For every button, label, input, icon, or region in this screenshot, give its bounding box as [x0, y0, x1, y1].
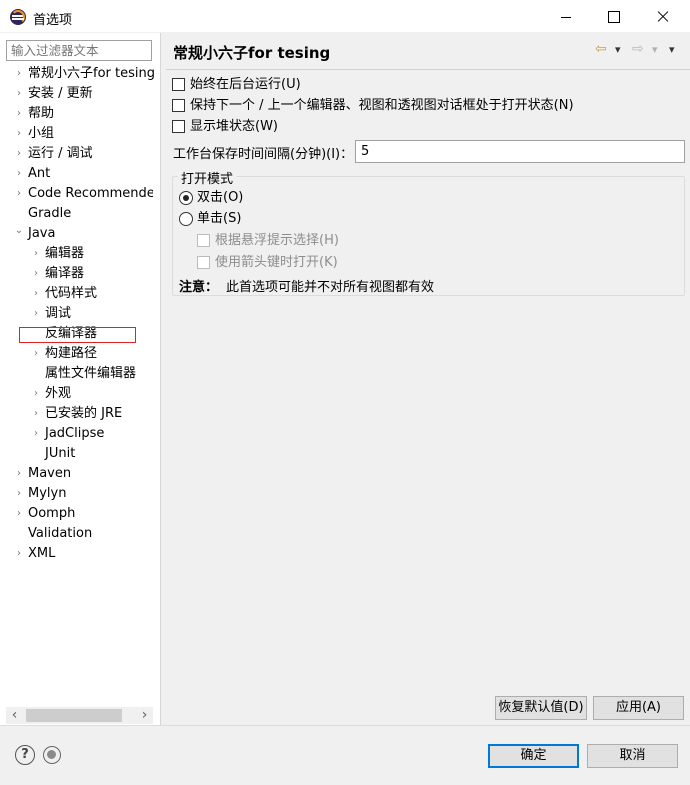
save-interval-input[interactable]: 5: [355, 140, 685, 163]
chevron-right-icon[interactable]: ›: [31, 344, 41, 364]
radio-button[interactable]: [179, 212, 193, 226]
tree-item-label: 安装 / 更新: [28, 86, 93, 101]
chevron-right-icon[interactable]: ›: [14, 164, 24, 184]
checkbox-label: 保持下一个 / 上一个编辑器、视图和透视图对话框处于打开状态(N): [190, 98, 574, 113]
open-mode-title: 打开模式: [178, 168, 237, 187]
tree-item-label: Java: [28, 226, 56, 241]
chevron-right-icon[interactable]: ›: [31, 244, 41, 264]
minimize-button[interactable]: [543, 0, 589, 33]
tree-item-label: 编辑器: [45, 246, 85, 261]
radio-label: 单击(S): [197, 211, 242, 226]
window-title: 首选项: [33, 13, 73, 28]
title-bar: 首选项: [0, 0, 690, 33]
chevron-right-icon[interactable]: ›: [31, 304, 41, 324]
radio-button[interactable]: [179, 191, 193, 205]
header-divider: [166, 69, 690, 70]
chevron-right-icon[interactable]: ›: [14, 544, 24, 564]
tree-item-label: JUnit: [45, 446, 76, 461]
checkbox: [197, 234, 210, 247]
tree-item-label: 小组: [28, 126, 55, 141]
checkbox-label: 根据悬浮提示选择(H): [215, 233, 339, 248]
tree-item-label: 运行 / 调试: [28, 146, 93, 161]
checkbox: [197, 256, 210, 269]
tree-item-label: 外观: [45, 386, 72, 401]
chevron-right-icon[interactable]: ›: [14, 64, 24, 84]
chevron-right-icon[interactable]: ›: [14, 504, 24, 524]
maximize-button[interactable]: [590, 0, 636, 33]
back-arrow-icon[interactable]: ⇦: [595, 41, 607, 57]
chevron-right-icon[interactable]: ›: [31, 404, 41, 424]
checkbox-label: 使用箭头键时打开(K): [215, 255, 338, 270]
save-interval-label: 工作台保存时间间隔(分钟)(I)：: [173, 147, 354, 162]
chevron-right-icon[interactable]: ›: [14, 124, 24, 144]
radio-label: 双击(O): [197, 190, 244, 205]
checkbox[interactable]: [172, 120, 185, 133]
chevron-right-icon[interactable]: ›: [14, 84, 24, 104]
tree-item-label: 常规小六子for tesing: [28, 66, 155, 81]
tree-item-label: 调试: [45, 306, 72, 321]
eclipse-icon: [10, 9, 26, 25]
chevron-right-icon[interactable]: ›: [31, 384, 41, 404]
tree-item-label: Maven: [28, 466, 72, 481]
chevron-right-icon[interactable]: ›: [14, 484, 24, 504]
tree-item-label: Validation: [28, 526, 93, 541]
selection-highlight: [19, 327, 136, 343]
tree-item-label: 构建路径: [45, 346, 98, 361]
chevron-right-icon[interactable]: ›: [14, 184, 24, 204]
cancel-button[interactable]: 取消: [587, 744, 678, 768]
filter-input[interactable]: [6, 40, 152, 61]
close-button[interactable]: [640, 0, 686, 33]
footer-divider: [0, 725, 690, 726]
tree-item-label: Code Recommenders: [28, 186, 153, 201]
tree-item-label: 编译器: [45, 266, 85, 281]
chevron-right-icon[interactable]: ›: [14, 144, 24, 164]
chevron-right-icon[interactable]: ›: [31, 424, 41, 444]
back-dropdown-icon[interactable]: ▾: [615, 43, 621, 56]
forward-arrow-icon[interactable]: ⇨: [632, 41, 644, 57]
preferences-tree-panel: › 常规小六子for tesing › 安装 / 更新 › 帮助 › 小组 › …: [0, 33, 161, 725]
tree-item-code-recommenders[interactable]: › Code Recommenders: [14, 184, 153, 204]
tree-item-label: 代码样式: [45, 286, 98, 301]
checkbox-label: 显示堆状态(W): [190, 119, 278, 134]
note-body: 此首选项可能并不对所有视图都有效: [226, 280, 435, 295]
tree-item-label: Gradle: [28, 206, 72, 221]
tree-item-label: 属性文件编辑器: [45, 366, 137, 381]
tree-item-label: Ant: [28, 166, 51, 181]
chevron-right-icon[interactable]: ›: [31, 284, 41, 304]
chevron-down-icon[interactable]: ⌄: [14, 221, 24, 241]
tree-item-label: JadClipse: [45, 426, 105, 441]
scrollbar-thumb[interactable]: [26, 709, 122, 722]
tree-item-label: Oomph: [28, 506, 76, 521]
tree-item-label: 帮助: [28, 106, 55, 121]
help-icon[interactable]: ?: [15, 745, 35, 765]
import-export-icon[interactable]: [43, 746, 61, 764]
horizontal-scrollbar[interactable]: ‹ ›: [6, 707, 153, 724]
scroll-left-icon[interactable]: ‹: [6, 707, 23, 724]
ok-button[interactable]: 确定: [488, 744, 579, 768]
tree-item-label: Mylyn: [28, 486, 67, 501]
chevron-right-icon[interactable]: ›: [31, 264, 41, 284]
scroll-right-icon[interactable]: ›: [136, 707, 153, 724]
forward-dropdown-icon[interactable]: ▾: [652, 43, 658, 56]
chevron-right-icon[interactable]: ›: [14, 464, 24, 484]
view-menu-icon[interactable]: ▾: [669, 43, 675, 56]
note-text: 注意： 此首选项可能并不对所有视图都有效: [179, 276, 434, 295]
checkbox[interactable]: [172, 78, 185, 91]
checkbox-label: 始终在后台运行(U): [190, 77, 301, 92]
tree-item-label: 已安装的 JRE: [45, 406, 123, 421]
note-label: 注意：: [179, 280, 219, 295]
apply-button[interactable]: 应用(A): [593, 696, 684, 720]
tree-item-label: XML: [28, 546, 56, 561]
chevron-right-icon[interactable]: ›: [14, 104, 24, 124]
restore-defaults-button[interactable]: 恢复默认值(D): [495, 696, 587, 720]
page-title: 常规小六子for tesing: [173, 44, 331, 62]
checkbox[interactable]: [172, 99, 185, 112]
